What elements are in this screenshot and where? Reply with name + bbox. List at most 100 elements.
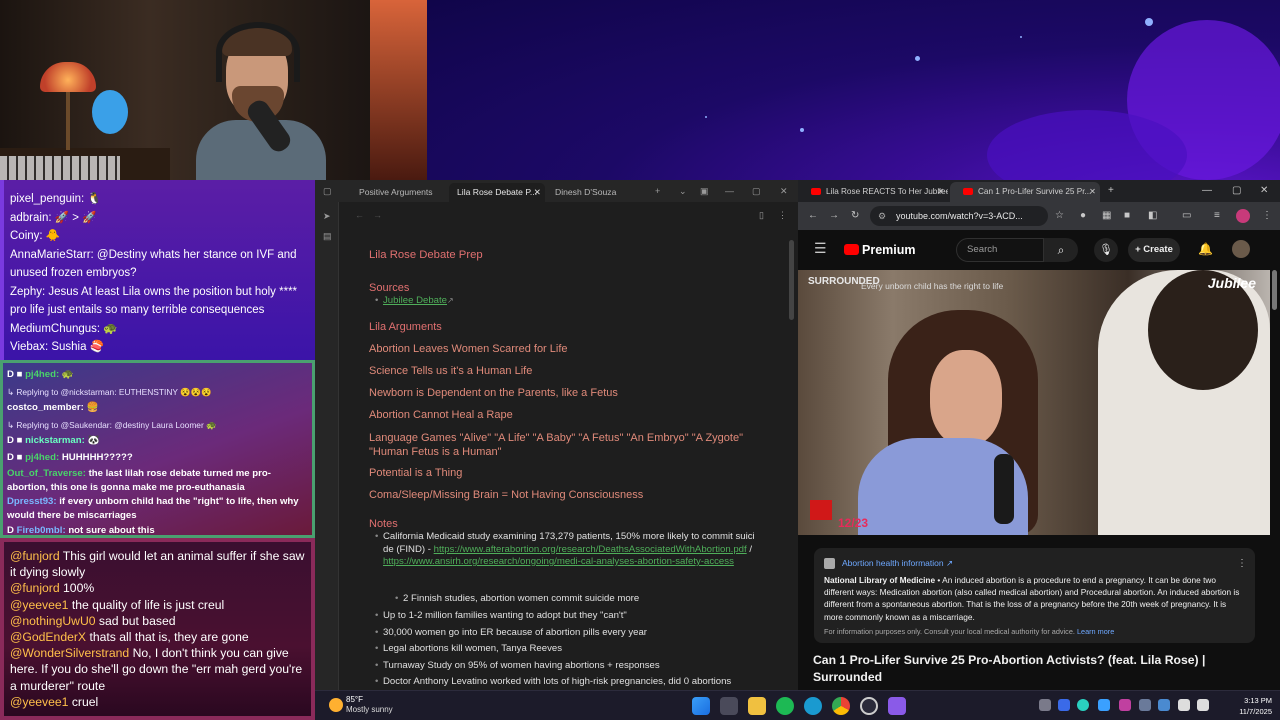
learn-more-link[interactable]: Learn more — [1077, 627, 1114, 636]
chat-message: Dpresst93: if every unborn child had the… — [7, 495, 299, 521]
tab-dinesh-dsouza[interactable]: Dinesh D'Souza — [547, 183, 624, 202]
streamer-image — [186, 20, 326, 180]
argument-heading[interactable]: Science Tells us it's a Human Life — [369, 364, 532, 378]
tray-icon[interactable] — [1158, 699, 1170, 711]
argument-heading[interactable]: Coma/Sleep/Missing Brain = Not Having Co… — [369, 488, 643, 502]
url-bar[interactable]: ⚙ youtube.com/watch?v=3-ACD... — [870, 206, 1048, 226]
file-explorer-icon[interactable] — [748, 697, 766, 715]
argument-heading[interactable]: Newborn is Dependent on the Parents, lik… — [369, 386, 618, 400]
browser-tab[interactable]: Lila Rose REACTS To Her Jubilee ✕ — [798, 182, 948, 202]
health-info-text: National Library of Medicine • An induce… — [824, 575, 1240, 622]
video-player[interactable]: SURROUNDED Every unborn child has the ri… — [798, 270, 1270, 535]
forward-icon[interactable]: → — [373, 209, 382, 221]
task-view-icon[interactable] — [720, 697, 738, 715]
search-button[interactable]: ⌕ — [1044, 238, 1078, 262]
chat-message: Zephy: Jesus At least Lila owns the posi… — [10, 285, 298, 317]
argument-heading[interactable]: Potential is a Thing — [369, 466, 462, 480]
profile-avatar[interactable] — [1236, 209, 1250, 223]
close-icon[interactable]: ✕ — [937, 182, 944, 202]
tray-icon[interactable] — [1039, 699, 1051, 711]
volume-icon[interactable] — [1197, 699, 1209, 711]
chat-message: D ■ pj4hed: HUHHHH????? — [7, 451, 133, 463]
split-view-icon[interactable]: ▭ — [1182, 210, 1191, 222]
maximize-icon[interactable]: ▢ — [1232, 185, 1241, 197]
chat-message: pixel_penguin: 🐧 — [10, 193, 102, 205]
system-clock[interactable]: 3:13 PM 11/7/2025 — [1239, 695, 1272, 717]
reload-icon[interactable]: ↻ — [851, 210, 859, 222]
menu-icon[interactable]: ☰ — [814, 241, 827, 255]
tray-icon[interactable] — [1139, 699, 1151, 711]
argument-heading[interactable]: Abortion Leaves Women Scarred for Life — [369, 342, 568, 356]
tab-lila-rose-debate-prep[interactable]: Lila Rose Debate P... ✕ — [449, 183, 545, 202]
spotify-icon[interactable] — [776, 697, 794, 715]
send-icon[interactable]: ➤ — [323, 210, 331, 222]
site-info-icon[interactable]: ⚙ — [878, 206, 886, 226]
close-icon[interactable]: ✕ — [1089, 182, 1096, 202]
list-item: Up to 1-2 million families wanting to ad… — [375, 610, 759, 623]
bookmark-star-icon[interactable]: ☆ — [1055, 210, 1064, 222]
close-window-icon[interactable]: ✕ — [1260, 185, 1268, 197]
tray-icon[interactable] — [1058, 699, 1070, 711]
argument-heading[interactable]: Abortion Cannot Heal a Rape — [369, 408, 513, 422]
forward-icon[interactable]: → — [829, 210, 839, 222]
jubilee-debate-link[interactable]: Jubilee Debate — [383, 295, 447, 306]
tab-positive-arguments[interactable]: Positive Arguments — [351, 183, 441, 202]
create-button[interactable]: + Create — [1128, 238, 1180, 262]
extensions-puzzle-icon[interactable]: ◧ — [1148, 210, 1157, 222]
chrome-icon[interactable] — [832, 697, 850, 715]
tab-search-icon[interactable]: ≡ — [1214, 210, 1220, 222]
obs-studio-icon[interactable] — [860, 697, 878, 715]
notifications-bell-icon[interactable]: 🔔 — [1198, 243, 1213, 255]
layout-icon[interactable]: ▣ — [700, 185, 709, 197]
new-tab-icon[interactable]: + — [655, 185, 660, 197]
back-icon[interactable]: ← — [808, 210, 818, 222]
chat-message: costco_member: 🍔 — [7, 402, 99, 414]
extension-icon[interactable]: ▦ — [1102, 210, 1111, 222]
scrollbar[interactable] — [789, 240, 794, 320]
close-icon[interactable]: ✕ — [534, 183, 541, 202]
extension-icon[interactable]: ● — [1080, 210, 1086, 222]
weather-sun-icon[interactable] — [329, 698, 343, 712]
browser-window: Lila Rose REACTS To Her Jubilee ✕ Can 1 P… — [798, 180, 1280, 690]
close-window-icon[interactable]: ✕ — [780, 185, 788, 197]
voice-search-button[interactable]: 🎙 — [1094, 238, 1118, 262]
minimize-icon[interactable]: — — [1202, 185, 1212, 197]
maximize-icon[interactable]: ▢ — [752, 185, 761, 197]
tray-icon[interactable] — [1119, 699, 1131, 711]
argument-heading[interactable]: Language Games "Alive" "A Life" "A Baby"… — [369, 431, 749, 459]
tray-icon[interactable] — [1098, 699, 1110, 711]
minimize-icon[interactable]: — — [725, 185, 734, 197]
more-options-icon[interactable]: ⋮ — [1262, 210, 1272, 222]
account-avatar[interactable] — [1232, 240, 1250, 258]
back-icon[interactable]: ← — [355, 209, 364, 221]
more-options-icon[interactable]: ⋮ — [1237, 558, 1247, 570]
new-tab-icon[interactable]: + — [1108, 185, 1114, 197]
youtube-premium-logo[interactable]: Premium — [844, 241, 916, 259]
reading-view-icon[interactable]: ▯ — [759, 209, 764, 221]
chat-message: D ■ pj4hed: 🐢 — [7, 369, 74, 380]
start-icon[interactable] — [692, 697, 710, 715]
scrollbar[interactable] — [1272, 270, 1277, 310]
edge-icon[interactable] — [804, 697, 822, 715]
chat-message: adbrain: 🚀 > 🚀 — [10, 211, 97, 224]
obsidian-app-icon[interactable] — [888, 697, 906, 715]
search-input[interactable]: Search — [956, 238, 1044, 262]
chat-message: @nothingUwU0 sad but based — [10, 613, 176, 628]
chat-message: MediumChungus: 🐢 — [10, 322, 118, 335]
webcam-feed — [0, 0, 427, 180]
files-icon[interactable]: ▤ — [323, 230, 332, 242]
chevron-down-icon[interactable]: ⌄ — [679, 185, 687, 197]
weather-condition[interactable]: Mostly sunny — [346, 705, 393, 715]
lila-arguments-heading: Lila Arguments — [369, 321, 442, 333]
wifi-icon[interactable] — [1178, 699, 1190, 711]
health-info-link[interactable]: Abortion health information ↗ — [824, 556, 1245, 570]
weather-temp[interactable]: 85°F — [346, 695, 363, 705]
youtube-header: ☰ Premium Search ⌕ 🎙 + Create 🔔 — [798, 230, 1280, 270]
ansirh-link[interactable]: https://www.ansirh.org/research/ongoing/… — [383, 556, 734, 567]
tray-icon[interactable] — [1077, 699, 1089, 711]
extension-icon[interactable]: ■ — [1124, 210, 1130, 222]
afterabortion-link[interactable]: https://www.afterabortion.org/research/D… — [434, 544, 747, 555]
sidebar-toggle-icon[interactable]: ▢ — [323, 185, 332, 197]
more-options-icon[interactable]: ⋮ — [778, 209, 787, 221]
browser-tab-active[interactable]: Can 1 Pro-Lifer Survive 25 Pr... ✕ — [950, 182, 1100, 202]
